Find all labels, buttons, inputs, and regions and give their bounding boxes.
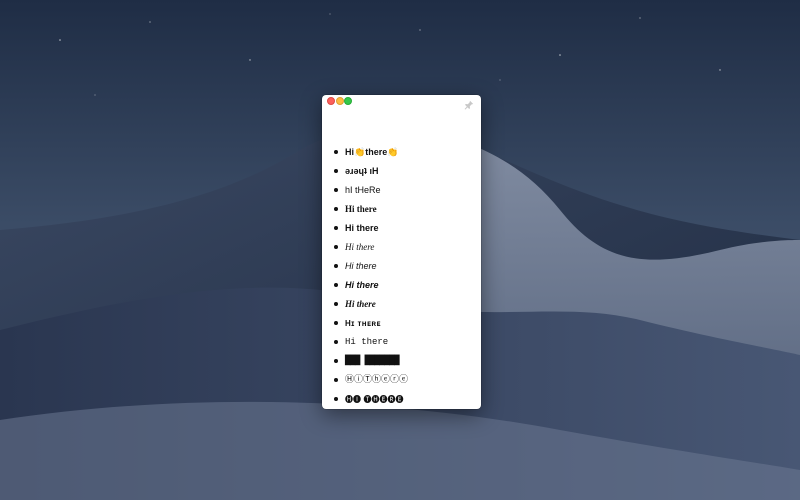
style-circled-text: ⒽⓘⓉⓗⓔⓡⓔ [345,375,409,385]
list-item[interactable]: Hi there [322,295,481,314]
list-item[interactable]: hI tHeRe [322,181,481,200]
style-smallcaps-text: Hɪ ᴛʜᴇʀᴇ [345,319,381,328]
window-titlebar[interactable] [322,95,481,115]
list-item[interactable]: Hi there [322,333,481,352]
text-style-list: Hi👏there👏 ǝɹǝɥʇ ıH hI tHeRe Hi there Hi … [322,143,481,409]
list-item[interactable]: Hi there [322,219,481,238]
style-sans-bold-text: Hi there [345,223,379,233]
list-item[interactable]: ǝɹǝɥʇ ıH [322,162,481,181]
app-window: Hi👏there👏 ǝɹǝɥʇ ıH hI tHeRe Hi there Hi … [322,95,481,409]
list-item[interactable]: 🅗🅘 🅣🅗🅔🅡🅔 [322,390,481,409]
style-mono-text: Hi there [345,337,389,347]
list-item[interactable]: ███ ███████ [322,352,481,371]
list-item[interactable]: Hi there [322,200,481,219]
style-serif-bold-text: Hi there [345,204,377,214]
minimize-button[interactable] [336,97,344,105]
style-serif-bold-italic-text: Hi there [345,299,376,309]
list-item[interactable]: Hi👏there👏 [322,143,481,162]
style-flip-text: ǝɹǝɥʇ ıH [345,166,379,176]
style-blocks-text: ███ ███████ [345,356,400,366]
style-serif-italic-text: Hi there [345,242,375,252]
style-default-text: Hi👏there👏 [345,147,399,157]
style-sans-bold-italic-text: Hi there [345,280,379,290]
close-button[interactable] [327,97,335,105]
list-item[interactable]: ⒽⓘⓉⓗⓔⓡⓔ [322,371,481,390]
zoom-button[interactable] [344,97,352,105]
list-item[interactable]: Hi there [322,257,481,276]
list-item[interactable]: Hi there [322,238,481,257]
list-item[interactable]: Hi there [322,276,481,295]
list-item[interactable]: Hɪ ᴛʜᴇʀᴇ [322,314,481,333]
style-negcircled-text: 🅗🅘 🅣🅗🅔🅡🅔 [345,395,404,404]
pin-icon[interactable] [464,100,474,110]
style-alt-text: hI tHeRe [345,185,381,195]
style-sans-italic-text: Hi there [345,261,377,271]
